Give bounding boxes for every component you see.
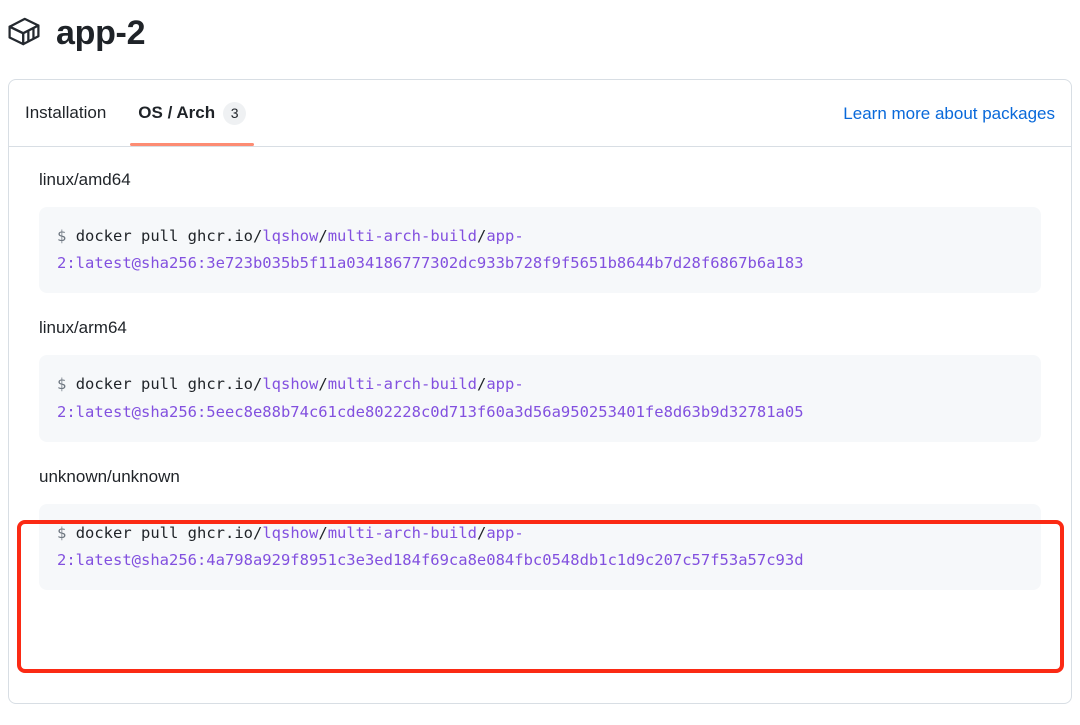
registry-owner: lqshow [262, 375, 319, 394]
path-separator: / [318, 227, 328, 246]
package-details-card: Installation OS / Arch 3 Learn more abou… [8, 79, 1072, 704]
path-separator: / [253, 375, 263, 394]
page-title: app-2 [56, 14, 146, 52]
registry-owner: lqshow [262, 227, 319, 246]
shell-prompt: $ [57, 227, 67, 246]
path-separator: / [318, 523, 328, 542]
registry-repo: multi-arch-build [327, 375, 477, 394]
path-separator: / [253, 523, 263, 542]
path-separator: / [318, 375, 328, 394]
image-name-prefix: app- [486, 375, 524, 394]
tab-installation-label: Installation [25, 103, 107, 122]
tab-os-arch-count: 3 [223, 101, 247, 125]
registry-repo: multi-arch-build [327, 227, 477, 246]
os-arch-list: linux/amd64 $ docker pull ghcr.io/lqshow… [9, 147, 1071, 591]
os-arch-label: linux/arm64 [39, 318, 127, 338]
tab-list: Installation OS / Arch 3 [9, 80, 262, 146]
os-arch-entry-unknown: unknown/unknown $ docker pull ghcr.io/lq… [39, 466, 1041, 591]
docker-pull-keyword: docker pull [75, 375, 188, 394]
page-header: app-2 [0, 0, 1080, 58]
tab-os-arch[interactable]: OS / Arch 3 [122, 80, 262, 146]
tab-bar: Installation OS / Arch 3 Learn more abou… [9, 80, 1071, 147]
registry-owner: lqshow [262, 523, 319, 542]
path-separator: / [477, 227, 487, 246]
docker-pull-keyword: docker pull [75, 523, 188, 542]
registry-host: ghcr.io [187, 523, 253, 542]
tab-installation[interactable]: Installation [9, 80, 122, 146]
path-separator: / [477, 375, 487, 394]
learn-more-about-packages-link[interactable]: Learn more about packages [843, 102, 1055, 124]
package-cube-icon [6, 15, 42, 51]
registry-host: ghcr.io [187, 227, 253, 246]
os-arch-label: unknown/unknown [39, 466, 180, 486]
image-tag-digest: 2:latest@sha256:4a798a929f8951c3e3ed184f… [57, 550, 804, 569]
image-name-prefix: app- [486, 523, 524, 542]
shell-prompt: $ [57, 523, 67, 542]
docker-pull-keyword: docker pull [75, 227, 188, 246]
path-separator: / [477, 523, 487, 542]
docker-pull-command[interactable]: $ docker pull ghcr.io/lqshow/multi-arch-… [39, 207, 1041, 294]
docker-pull-command[interactable]: $ docker pull ghcr.io/lqshow/multi-arch-… [39, 503, 1041, 591]
docker-pull-command[interactable]: $ docker pull ghcr.io/lqshow/multi-arch-… [39, 355, 1041, 442]
image-name-prefix: app- [486, 227, 524, 246]
path-separator: / [253, 227, 263, 246]
os-arch-entry: linux/amd64 $ docker pull ghcr.io/lqshow… [39, 169, 1041, 294]
image-tag-digest: 2:latest@sha256:3e723b035b5f11a034186777… [57, 254, 804, 273]
os-arch-label: linux/amd64 [39, 170, 131, 189]
tab-os-arch-label: OS / Arch [138, 103, 216, 122]
os-arch-entry: linux/arm64 $ docker pull ghcr.io/lqshow… [39, 317, 1041, 442]
shell-prompt: $ [57, 375, 67, 394]
registry-host: ghcr.io [187, 375, 253, 394]
registry-repo: multi-arch-build [327, 523, 477, 542]
image-tag-digest: 2:latest@sha256:5eec8e88b74c61cde802228c… [57, 402, 804, 421]
